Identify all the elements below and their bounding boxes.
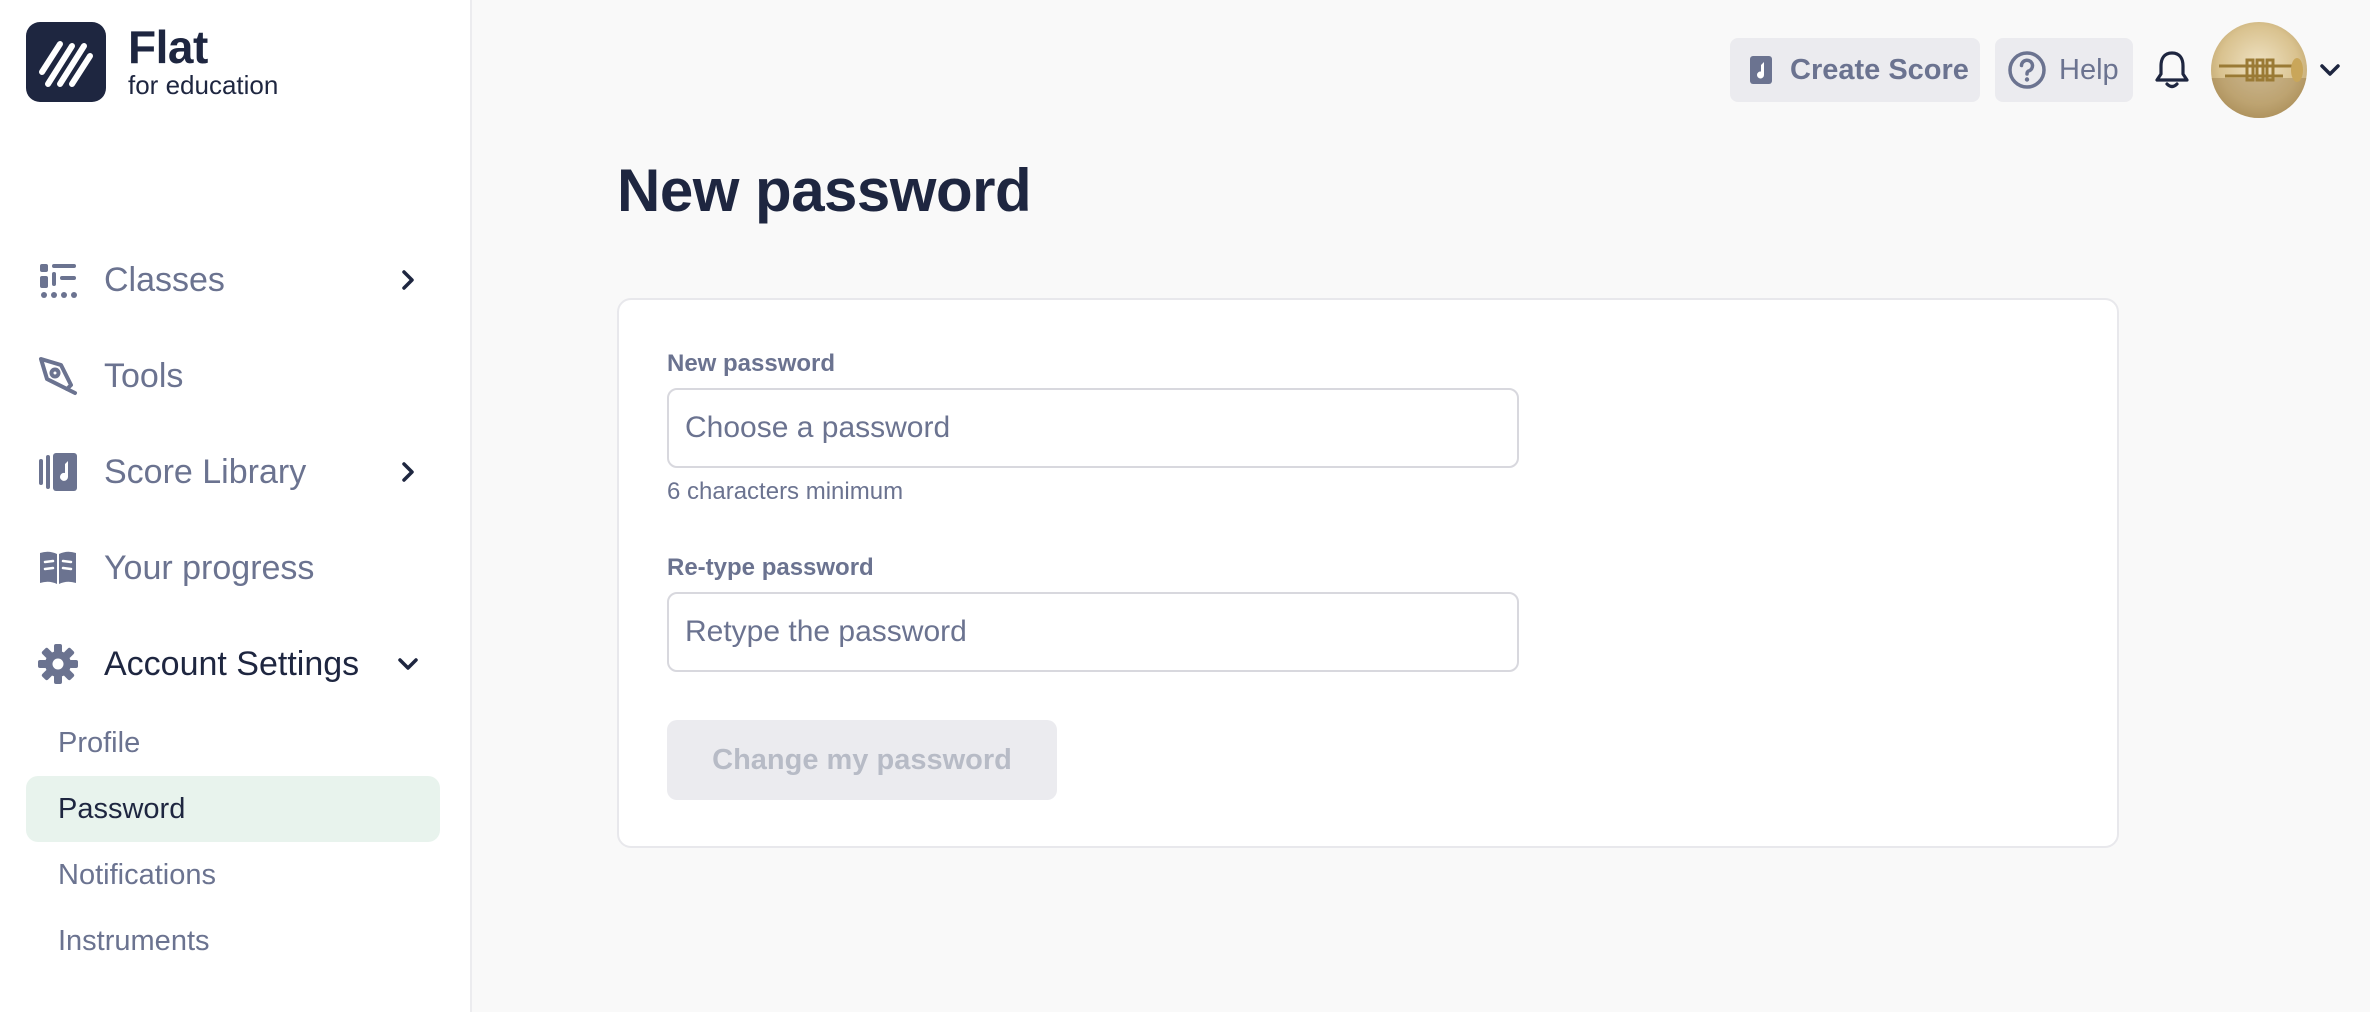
classes-icon xyxy=(36,258,80,302)
chevron-right-icon xyxy=(402,270,414,290)
flat-logo-icon xyxy=(26,22,106,102)
help-button[interactable]: Help xyxy=(1995,38,2133,102)
sidebar-item-label: Your progress xyxy=(104,548,315,587)
brand-name: Flat xyxy=(128,21,208,73)
change-password-button[interactable]: Change my password xyxy=(667,720,1057,800)
sidebar-item-classes[interactable]: Classes xyxy=(26,232,440,328)
music-file-icon xyxy=(1744,53,1778,87)
subnav-item-profile[interactable]: Profile xyxy=(26,710,440,776)
sidebar-item-label: Score Library xyxy=(104,452,307,491)
page-title: New password xyxy=(617,157,1032,224)
help-label: Help xyxy=(2059,53,2119,86)
sidebar-item-account-settings[interactable]: Account Settings xyxy=(26,616,440,712)
brand-subtitle: for education xyxy=(128,70,279,100)
subnav-item-instruments[interactable]: Instruments xyxy=(26,908,440,974)
brand-logo[interactable]: Flat for education xyxy=(26,22,278,102)
create-score-button[interactable]: Create Score xyxy=(1730,38,1980,102)
sidebar-item-your-progress[interactable]: Your progress xyxy=(26,520,440,616)
subnav-item-password[interactable]: Password xyxy=(26,776,440,842)
new-password-input[interactable] xyxy=(667,388,1519,468)
retype-password-input[interactable] xyxy=(667,592,1519,672)
gear-icon xyxy=(36,642,80,686)
score-library-icon xyxy=(36,450,80,494)
tools-pen-icon xyxy=(36,354,80,398)
sidebar-item-label: Classes xyxy=(104,260,225,299)
help-circle-icon xyxy=(2005,48,2049,92)
trumpet-photo-icon xyxy=(2211,58,2307,118)
avatar[interactable] xyxy=(2211,22,2307,118)
sidebar: Flat for education Classes Tools Score L… xyxy=(0,0,472,1012)
chevron-right-icon xyxy=(402,462,414,482)
new-password-label: New password xyxy=(667,350,836,377)
retype-password-label: Re-type password xyxy=(667,554,874,581)
sidebar-item-score-library[interactable]: Score Library xyxy=(26,424,440,520)
sidebar-item-tools[interactable]: Tools xyxy=(26,328,440,424)
chevron-down-icon[interactable] xyxy=(2318,58,2342,82)
book-icon xyxy=(36,546,80,590)
sidebar-item-label: Account Settings xyxy=(104,644,360,683)
chevron-down-icon xyxy=(398,658,418,670)
bell-icon[interactable] xyxy=(2152,48,2192,92)
sidebar-nav: Classes Tools Score Library Your progres… xyxy=(26,232,440,712)
sidebar-item-label: Tools xyxy=(104,356,184,395)
password-form-card: New password 6 characters minimum Re-typ… xyxy=(617,298,2119,848)
password-hint: 6 characters minimum xyxy=(667,478,904,505)
account-settings-subnav: Profile Password Notifications Instrumen… xyxy=(26,710,440,974)
subnav-item-notifications[interactable]: Notifications xyxy=(26,842,440,908)
create-score-label: Create Score xyxy=(1790,53,1969,86)
